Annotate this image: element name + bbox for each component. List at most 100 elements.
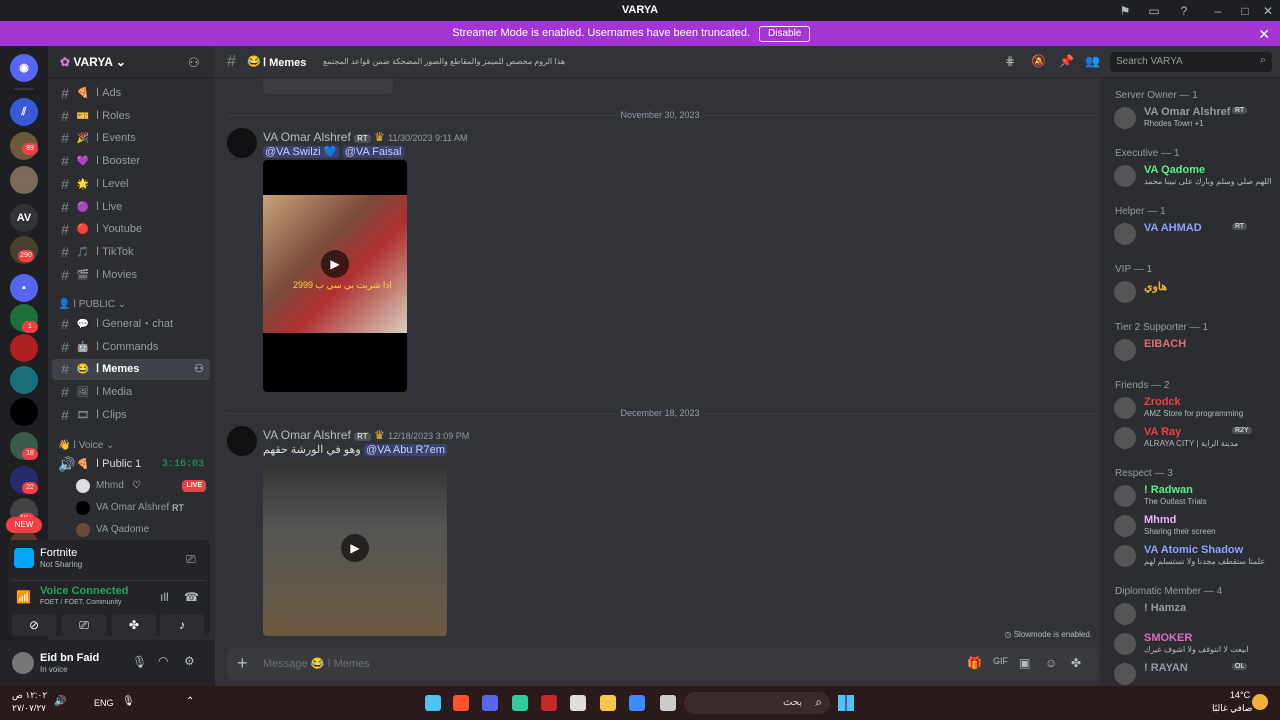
video-attachment[interactable]: اذا شريت بي سي ب 2999 ▶	[263, 160, 407, 392]
mention[interactable]: @VA Faisal	[342, 146, 404, 158]
chevron-up-icon[interactable]: ⌃	[186, 696, 194, 707]
microphone-icon[interactable]: 🎙	[122, 696, 135, 707]
channel-item[interactable]: # 🌟 ا Level	[52, 174, 210, 195]
channel-item[interactable]: # 💜 ا Booster	[52, 151, 210, 172]
weather-icon[interactable]	[1252, 694, 1268, 710]
clock-date[interactable]: ٢٧/٠٧/٢٧	[12, 703, 46, 714]
app-icon[interactable]	[570, 695, 586, 711]
emoji-icon[interactable]: ☺	[1045, 656, 1057, 670]
folder-icon[interactable]: ▪	[10, 274, 38, 302]
discord-icon[interactable]	[482, 695, 498, 711]
channel-item[interactable]: # 🔴 ا Youtube	[52, 219, 210, 240]
discord-home-icon[interactable]: ◉	[10, 54, 38, 82]
weather-desc[interactable]: صافي غالبًا	[1212, 703, 1252, 714]
member-item[interactable]: VA Atomic Shadow علمنا ستقطف مجدنا ولا تس…	[1112, 542, 1276, 570]
server-icon[interactable]	[10, 334, 38, 362]
channel-item[interactable]: # 🎬 ا Movies	[52, 265, 210, 286]
gift-icon[interactable]: 🎁	[967, 656, 982, 670]
video-attachment[interactable]: ▶	[263, 460, 447, 636]
headphones-icon[interactable]: ◠	[158, 654, 168, 668]
channel-item[interactable]: # 🍕 ا Ads	[52, 83, 210, 104]
channel-item[interactable]: # 🎉 ا Events	[52, 128, 210, 149]
server-icon[interactable]	[10, 366, 38, 394]
close-icon[interactable]: ✕	[1258, 26, 1270, 43]
add-member-icon[interactable]: ⚇	[188, 55, 200, 71]
member-item[interactable]: ! Hamza	[1112, 600, 1276, 628]
task-view-icon[interactable]	[660, 695, 676, 711]
soundboard-icon[interactable]: ♪	[160, 614, 204, 636]
channel-item[interactable]: # 🤖 ا Commands	[52, 337, 210, 358]
noise-suppression-icon[interactable]: ıll	[160, 590, 169, 604]
search-input[interactable]: Search VARYA ⌕	[1110, 52, 1272, 72]
voice-user[interactable]: Mhmd ♡ LIVE	[76, 476, 206, 496]
search-box[interactable]: بحث ⌕	[684, 692, 830, 714]
username[interactable]: Eid bn Faid	[40, 652, 99, 664]
plus-icon[interactable]: +	[237, 653, 248, 674]
member-item[interactable]: Mhmd Sharing their screen	[1112, 512, 1276, 540]
channel-item[interactable]: # 🎞 ا Clips	[52, 405, 210, 426]
share-screen-icon[interactable]: ⎚	[186, 552, 196, 567]
server-icon[interactable]: AV	[10, 204, 38, 232]
server-icon-selected[interactable]	[10, 398, 38, 426]
play-icon[interactable]: ▶	[341, 534, 369, 562]
avatar[interactable]	[227, 128, 257, 158]
app-icon[interactable]	[541, 695, 557, 711]
voice-channel-public-1[interactable]: 🔊 🍕 ا Public 1 3:16:03	[52, 454, 210, 475]
apps-icon[interactable]: ✤	[1071, 656, 1081, 670]
start-icon[interactable]	[838, 695, 854, 711]
channel-item[interactable]: # 🟣 ا Live	[52, 197, 210, 218]
gear-icon[interactable]: ⚙	[184, 654, 195, 668]
member-item[interactable]: VA Qadome اللهم صلي وسلم وبارك على نبينا …	[1112, 162, 1276, 190]
clock-time[interactable]: ١٢:٠٢ ص	[12, 690, 47, 701]
volume-icon[interactable]: 🔊	[54, 696, 66, 707]
threads-icon[interactable]: ⋕	[1005, 54, 1015, 68]
channel-item[interactable]: # 😂 ا Memes ⚇	[52, 359, 210, 381]
mention[interactable]: @VA Swilzi 💙	[263, 146, 340, 158]
minimize-icon[interactable]: –	[1210, 3, 1226, 19]
mute-icon[interactable]: 🔕	[1031, 54, 1046, 68]
member-item[interactable]: هاوي	[1112, 278, 1276, 306]
inbox-icon[interactable]: ⚑	[1117, 3, 1133, 19]
disconnect-icon[interactable]: ☎	[184, 590, 199, 604]
member-item[interactable]: VA Ray R2Y ALRAYA CITY | مدينة الراية	[1112, 424, 1276, 452]
camera-off-icon[interactable]: ⊘	[12, 614, 56, 636]
weather-temp[interactable]: 14°C	[1230, 690, 1250, 700]
channel-item[interactable]: # 💬 ا General・chat	[52, 314, 210, 335]
voice-user[interactable]: VA Qadome	[76, 520, 206, 540]
message-composer[interactable]: + Message 😂 ا Memes 🎁 GIF ▣ ☺ ✤	[227, 648, 1097, 680]
close-icon[interactable]: ✕	[1260, 3, 1276, 19]
previous-attachment[interactable]	[263, 78, 393, 94]
channel-item[interactable]: # 🎵 ا TikTok	[52, 242, 210, 263]
mention[interactable]: @VA Abu R7em	[364, 444, 447, 456]
voice-user[interactable]: VA Omar Alshref RT	[76, 498, 206, 518]
member-item[interactable]: SMOKER ابيعت لا انتوقف ولا اشوف غيرك	[1112, 630, 1276, 658]
language-indicator[interactable]: ENG	[94, 698, 114, 708]
app-icon[interactable]	[425, 695, 441, 711]
microphone-icon[interactable]: 🎙	[132, 655, 147, 669]
disable-button[interactable]: Disable	[759, 26, 811, 42]
avatar[interactable]	[227, 426, 257, 456]
member-item[interactable]: VA AHMAD RT	[1112, 220, 1276, 248]
channel-item[interactable]: # 🖼 ا Media	[52, 382, 210, 403]
pin-icon[interactable]: 📌	[1059, 54, 1074, 68]
maximize-icon[interactable]: □	[1237, 3, 1253, 19]
sticker-icon[interactable]: ▣	[1019, 656, 1030, 670]
voice-status[interactable]: Voice Connected	[40, 585, 128, 597]
message-author[interactable]: VA Omar Alshref RT ♛ 12/18/2023 3:09 PM	[263, 428, 469, 442]
channel-topic[interactable]: هذا الروم مخصص للميمز والمقاطع والصور ال…	[323, 57, 573, 66]
member-item[interactable]: ! RAYAN OL	[1112, 660, 1276, 688]
activities-icon[interactable]: ✤	[112, 614, 156, 636]
member-item[interactable]: EIBACH	[1112, 336, 1276, 364]
gif-icon[interactable]: GIF	[993, 656, 1008, 666]
screen-icon[interactable]: ▭	[1146, 3, 1162, 19]
channel-item[interactable]: # 🎫 ا Roles	[52, 106, 210, 127]
avatar[interactable]	[12, 652, 34, 674]
help-icon[interactable]: ?	[1176, 3, 1192, 19]
app-icon[interactable]	[512, 695, 528, 711]
member-item[interactable]: Zrodck AMZ Store for programming	[1112, 394, 1276, 422]
brave-icon[interactable]	[453, 695, 469, 711]
play-icon[interactable]: ▶	[321, 250, 349, 278]
category-public[interactable]: 👤 ا PUBLIC ⌄	[58, 299, 126, 310]
message-author[interactable]: VA Omar Alshref RT ♛ 11/30/2023 9:11 AM	[263, 130, 467, 144]
server-icon[interactable]	[10, 166, 38, 194]
